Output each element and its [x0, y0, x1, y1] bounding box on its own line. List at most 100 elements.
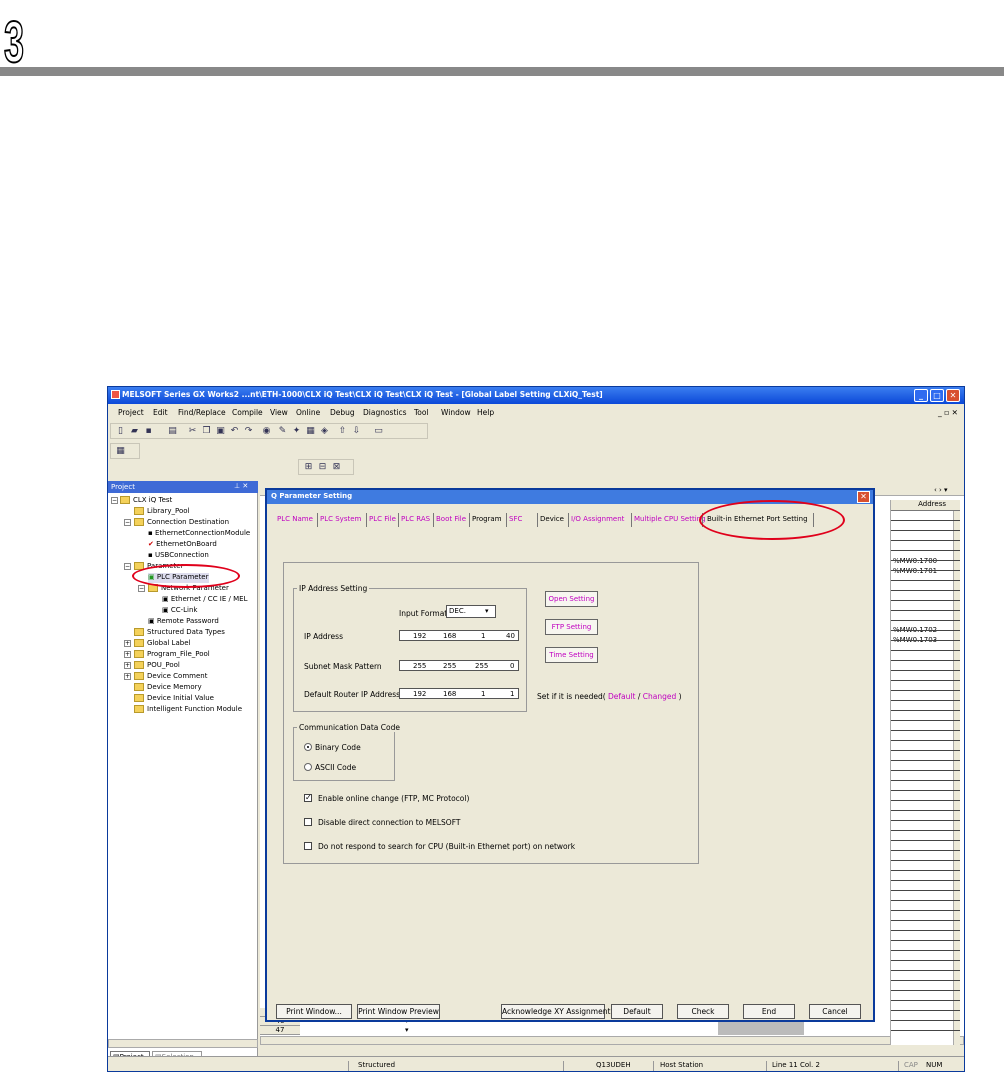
tab-plc-ras[interactable]: PLC RAS	[401, 515, 430, 523]
input-format-select[interactable]: DEC. ▾	[446, 605, 496, 618]
tree-item-library[interactable]: Library_Pool	[134, 507, 189, 517]
tab-boot-file[interactable]: Boot File	[436, 515, 466, 523]
tree-item-device-memory[interactable]: Device Memory	[134, 683, 202, 693]
menu-help[interactable]: Help	[477, 408, 494, 417]
mdi-controls[interactable]: _ ▫ ✕	[938, 408, 958, 417]
print-preview-button[interactable]: Print Window Preview	[357, 1004, 440, 1019]
redo-icon[interactable]: ↷	[243, 426, 254, 437]
close-icon[interactable]: ✕	[946, 389, 960, 402]
paste-icon[interactable]: ▣	[215, 426, 226, 437]
tree-item-root[interactable]: CLX iQ Test	[120, 496, 172, 506]
tab-device[interactable]: Device	[540, 515, 564, 523]
tab-sfc[interactable]: SFC	[509, 515, 522, 523]
subnet-field[interactable]: 255 255 255 0	[399, 660, 519, 671]
enable-online-checkbox[interactable]: ✓	[304, 794, 312, 802]
tree-item-program-pool[interactable]: Program_File_Pool	[134, 650, 210, 660]
tree-item-structured-types[interactable]: Structured Data Types	[134, 628, 225, 638]
menu-edit[interactable]: Edit	[153, 408, 168, 417]
expand-icon[interactable]: −	[124, 519, 131, 526]
ascii-code-radio[interactable]	[304, 763, 312, 771]
open-icon[interactable]: ▰	[129, 426, 140, 437]
edit-tool-icon[interactable]: ✎	[277, 426, 288, 437]
default-button[interactable]: Default	[611, 1004, 663, 1019]
expand-icon[interactable]: −	[111, 497, 118, 504]
tree-item-ethernet-onboard[interactable]: ✔ EthernetOnBoard	[148, 540, 217, 550]
tree-item-intelligent[interactable]: Intelligent Function Module	[134, 705, 242, 715]
menu-compile[interactable]: Compile	[232, 408, 263, 417]
tree-item-device-initial[interactable]: Device Initial Value	[134, 694, 214, 704]
tree-item-remote-password[interactable]: ▣ Remote Password	[148, 617, 219, 627]
acknowledge-xy-button[interactable]: Acknowledge XY Assignment	[501, 1004, 610, 1019]
tab-io-assignment[interactable]: I/O Assignment	[571, 515, 624, 523]
disable-direct-checkbox[interactable]	[304, 818, 312, 826]
tree-item-connection[interactable]: Connection Destination	[134, 518, 229, 528]
ftp-setting-button[interactable]: FTP Setting	[545, 619, 598, 635]
end-button[interactable]: End	[743, 1004, 795, 1019]
expand-icon[interactable]: −	[124, 563, 131, 570]
navigation-icon[interactable]: ▦	[115, 446, 126, 457]
menu-tool[interactable]: Tool	[414, 408, 429, 417]
menu-diagnostics[interactable]: Diagnostics	[363, 408, 407, 417]
copy-icon[interactable]: ❐	[201, 426, 212, 437]
tree-item-pou-pool[interactable]: POU_Pool	[134, 661, 180, 671]
grid-hscrollbar[interactable]	[260, 1036, 964, 1045]
router-field[interactable]: 192 168 1 1	[399, 688, 519, 699]
tree-item-ethernet-cc[interactable]: ▣ Ethernet / CC IE / MEL	[162, 595, 247, 605]
save-icon[interactable]: ▪	[143, 426, 154, 437]
add-row-icon[interactable]: ⊟	[317, 462, 328, 473]
tree-item-global-label[interactable]: Global Label	[134, 639, 190, 649]
expand-icon[interactable]: +	[124, 673, 131, 680]
menu-online[interactable]: Online	[296, 408, 320, 417]
diagnostics-icon[interactable]: ◈	[319, 426, 330, 437]
menu-view[interactable]: View	[270, 408, 288, 417]
monitor-icon[interactable]: ▦	[305, 426, 316, 437]
open-setting-button[interactable]: Open Setting	[545, 591, 598, 607]
expand-icon[interactable]: +	[124, 640, 131, 647]
print-icon[interactable]: ▤	[167, 426, 178, 437]
new-icon[interactable]: ▯	[115, 426, 126, 437]
expand-icon[interactable]: +	[124, 662, 131, 669]
cut-icon[interactable]: ✂	[187, 426, 198, 437]
no-respond-checkbox[interactable]	[304, 842, 312, 850]
tree-item-ethernet-connection[interactable]: ▪ EthernetConnectionModule	[148, 529, 250, 539]
pane-hscrollbar[interactable]	[108, 1039, 258, 1048]
print-window-button[interactable]: Print Window...	[276, 1004, 352, 1019]
insert-row-icon[interactable]: ⊞	[303, 462, 314, 473]
window-icon[interactable]: ▭	[373, 426, 384, 437]
write-plc-icon[interactable]: ⇧	[337, 426, 348, 437]
tab-plc-name[interactable]: PLC Name	[277, 515, 313, 523]
binary-code-radio[interactable]	[304, 743, 312, 751]
find-icon[interactable]: ◉	[261, 426, 272, 437]
dialog-close-icon[interactable]: ✕	[857, 491, 870, 503]
read-plc-icon[interactable]: ⇩	[351, 426, 362, 437]
cancel-button[interactable]: Cancel	[809, 1004, 861, 1019]
check-button[interactable]: Check	[677, 1004, 729, 1019]
expand-icon[interactable]: +	[124, 651, 131, 658]
grid-vscrollbar[interactable]	[953, 511, 960, 1045]
pin-close-icon[interactable]: ⊥ ✕	[234, 482, 248, 490]
tool-icon[interactable]: ✦	[291, 426, 302, 437]
time-setting-button[interactable]: Time Setting	[545, 647, 598, 663]
tab-multiple-cpu[interactable]: Multiple CPU Setting	[634, 515, 706, 523]
tab-program[interactable]: Program	[472, 515, 502, 523]
maximize-icon[interactable]: □	[930, 389, 944, 402]
undo-icon[interactable]: ↶	[229, 426, 240, 437]
ip-address-field[interactable]: 192 168 1 40	[399, 630, 519, 641]
q-parameter-dialog: Q Parameter Setting ✕ PLC Name PLC Syste…	[265, 488, 875, 1022]
menu-debug[interactable]: Debug	[330, 408, 355, 417]
grid-row-line	[891, 680, 960, 681]
tree-item-device-comment[interactable]: Device Comment	[134, 672, 207, 682]
grid-scroll-arrows-icon[interactable]: ‹ › ▾	[934, 486, 948, 494]
minimize-icon[interactable]: _	[914, 389, 928, 402]
grid-row-line	[891, 790, 960, 791]
tab-plc-file[interactable]: PLC File	[369, 515, 396, 523]
menu-find-replace[interactable]: Find/Replace	[178, 408, 226, 417]
toolbar-extra: ▦	[110, 443, 140, 459]
tree-item-cc-link[interactable]: ▣ CC-Link	[162, 606, 197, 616]
tree-item-usb[interactable]: ▪ USBConnection	[148, 551, 209, 561]
menu-window[interactable]: Window	[441, 408, 471, 417]
tab-plc-system[interactable]: PLC System	[320, 515, 361, 523]
delete-row-icon[interactable]: ⊠	[331, 462, 342, 473]
menu-project[interactable]: Project	[118, 408, 144, 417]
expand-icon[interactable]: −	[138, 585, 145, 592]
